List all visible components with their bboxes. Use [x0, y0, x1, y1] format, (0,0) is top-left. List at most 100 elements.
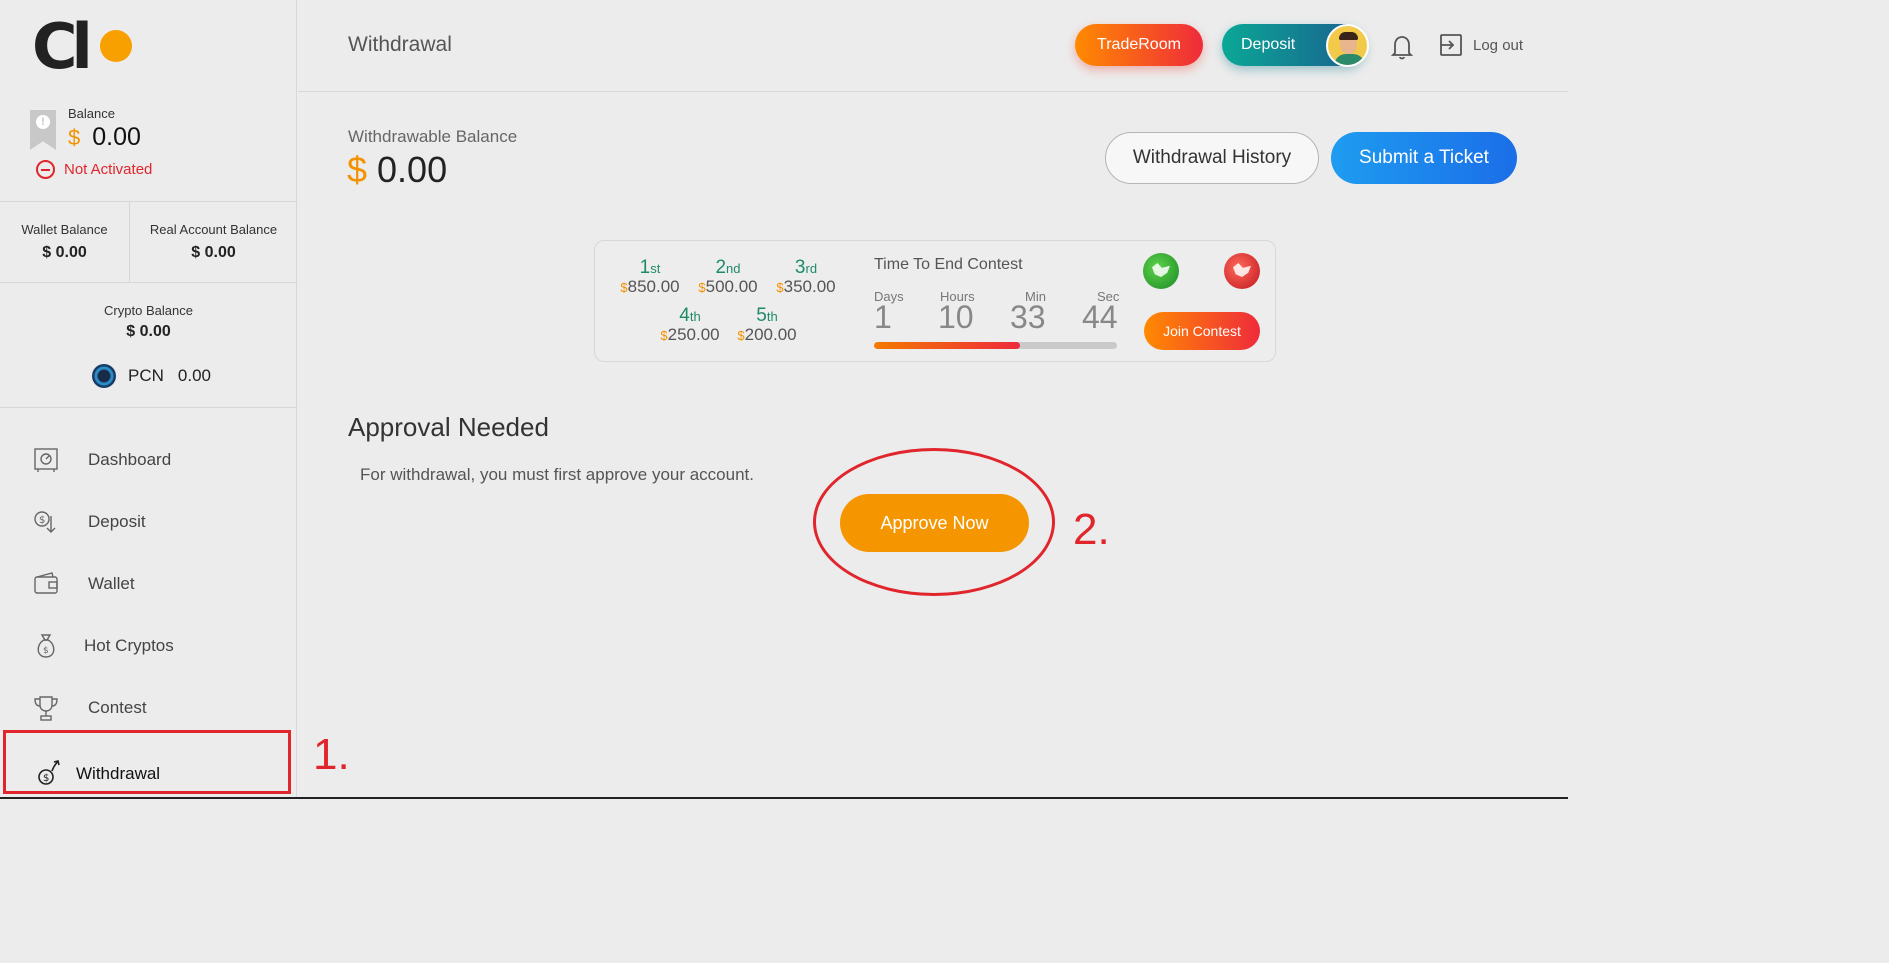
wallet-balance-label: Wallet Balance — [21, 222, 108, 237]
account-status-text: Not Activated — [64, 161, 153, 178]
crypto-balance-label: Crypto Balance — [104, 303, 193, 318]
bear-icon[interactable] — [1224, 253, 1260, 289]
prize-place: 3 — [794, 257, 806, 278]
logo-mark: Cl — [32, 10, 93, 83]
wallet-icon — [34, 572, 58, 594]
prize-3: 3rd $350.00 — [761, 257, 851, 297]
crypto-balance-value: $ 0.00 — [126, 323, 171, 340]
svg-text:$: $ — [39, 515, 45, 526]
prize-1: 1st $850.00 — [605, 257, 695, 297]
prize-suffix: st — [650, 261, 661, 276]
svg-text:$: $ — [43, 646, 49, 656]
balance-amount: $0.00 — [68, 123, 141, 152]
pcn-label: PCN — [128, 366, 164, 385]
prize-amount: 850.00 — [627, 277, 680, 296]
sidebar-item-deposit[interactable]: $ Deposit — [0, 494, 297, 550]
sidebar-item-label: Deposit — [88, 512, 146, 531]
withdrawable-balance-label: Withdrawable Balance — [348, 127, 518, 146]
page-title: Withdrawal — [348, 33, 452, 56]
avatar-body — [1334, 54, 1365, 65]
timer-value-min: 33 — [1010, 299, 1046, 335]
approval-title: Approval Needed — [348, 412, 549, 442]
trophy-icon — [34, 696, 58, 721]
prize-suffix: rd — [805, 261, 818, 276]
contest-widget: 1st $850.00 2nd $500.00 3rd $350.00 4th … — [594, 240, 1276, 362]
timer-value-sec: 44 — [1082, 299, 1118, 335]
prize-currency: $ — [660, 328, 668, 343]
sidebar-item-label: Wallet — [88, 574, 135, 593]
approval-text: For withdrawal, you must first approve y… — [360, 465, 754, 484]
sidebar-item-wallet[interactable]: Wallet — [0, 556, 297, 612]
sidebar-item-label: Contest — [88, 698, 147, 717]
sidebar-item-contest[interactable]: Contest — [0, 680, 297, 736]
avatar-hair — [1339, 32, 1358, 40]
timer-value-days: 1 — [874, 299, 892, 335]
svg-text:$: $ — [43, 773, 49, 784]
annotation-step-1: 1. — [313, 730, 350, 779]
prize-amount: 250.00 — [667, 325, 720, 344]
crypto-balance: Crypto Balance $ 0.00 — [0, 283, 297, 341]
balance-value: 0.00 — [92, 123, 141, 151]
submit-ticket-button[interactable]: Submit a Ticket — [1331, 132, 1517, 184]
bookmark-icon: ! — [30, 110, 56, 150]
pcn-value: 0.00 — [177, 366, 211, 385]
account-status: Not Activated — [36, 160, 152, 179]
prize-amount: 500.00 — [705, 277, 758, 296]
prize-place: 5 — [756, 305, 767, 326]
join-contest-button[interactable]: Join Contest — [1144, 312, 1260, 350]
prize-currency: $ — [776, 280, 784, 295]
withdrawable-currency: $ — [347, 149, 368, 190]
prize-place: 2 — [715, 257, 727, 278]
contest-progress-fill — [874, 342, 1020, 349]
prize-place: 1 — [639, 257, 651, 278]
real-account-label: Real Account Balance — [149, 222, 278, 237]
approve-now-button[interactable]: Approve Now — [840, 494, 1029, 552]
deposit-icon: $ — [34, 511, 56, 533]
sidebar-item-dashboard[interactable]: Dashboard — [0, 432, 297, 488]
sidebar: Cl ! Balance $0.00 Not Activated Wallet … — [0, 0, 297, 799]
divider — [0, 407, 297, 408]
prize-currency: $ — [620, 280, 628, 295]
logout-icon — [1440, 34, 1462, 56]
balance-label: Balance — [68, 106, 115, 121]
logo-dot — [100, 30, 132, 62]
deposit-button-label: Deposit — [1241, 36, 1296, 53]
withdrawable-value: 0.00 — [377, 149, 448, 190]
prize-amount: 200.00 — [744, 325, 797, 344]
wallet-balance-value: $ 0.00 — [42, 244, 87, 261]
pcn-balance: PCN 0.00 — [92, 364, 211, 388]
logout-button[interactable]: Log out — [1439, 33, 1523, 57]
withdrawal-icon: $ — [38, 760, 60, 785]
sidebar-item-hot-cryptos[interactable]: $ Hot Cryptos — [0, 618, 297, 674]
top-header: Withdrawal TradeRoom Deposit Log out — [298, 0, 1568, 92]
logout-label: Log out — [1473, 36, 1524, 54]
balance-block: ! Balance $0.00 Not Activated — [0, 96, 297, 201]
pcn-coin-icon — [92, 364, 116, 388]
money-bag-icon: $ — [37, 634, 55, 658]
real-account-balance: Real Account Balance $ 0.00 — [130, 202, 297, 282]
traderoom-button[interactable]: TradeRoom — [1075, 24, 1203, 66]
prize-amount: 350.00 — [783, 277, 836, 296]
withdrawal-history-button[interactable]: Withdrawal History — [1105, 132, 1319, 184]
bottom-edge — [0, 797, 1568, 799]
sidebar-item-withdrawal[interactable]: $ Withdrawal — [3, 730, 291, 794]
sidebar-item-label: Withdrawal — [76, 764, 161, 783]
prize-2: 2nd $500.00 — [683, 257, 773, 297]
prize-suffix: nd — [726, 261, 741, 276]
timer-value-hours: 10 — [938, 299, 974, 335]
annotation-step-2: 2. — [1073, 505, 1110, 554]
sidebar-item-label: Dashboard — [88, 450, 172, 469]
sidebar-item-label: Hot Cryptos — [84, 636, 174, 655]
balance-currency: $ — [68, 125, 81, 150]
prize-place: 4 — [679, 305, 690, 326]
contest-timer-title: Time To End Contest — [874, 256, 1023, 273]
prize-suffix: th — [766, 309, 778, 324]
logo[interactable]: Cl — [32, 10, 142, 83]
bull-icon[interactable] — [1143, 253, 1179, 289]
real-account-value: $ 0.00 — [191, 244, 236, 261]
prize-suffix: th — [689, 309, 701, 324]
avatar[interactable] — [1326, 24, 1369, 67]
prize-currency: $ — [737, 328, 745, 343]
wallet-balance: Wallet Balance $ 0.00 — [0, 202, 129, 282]
bell-icon[interactable] — [1390, 34, 1414, 60]
